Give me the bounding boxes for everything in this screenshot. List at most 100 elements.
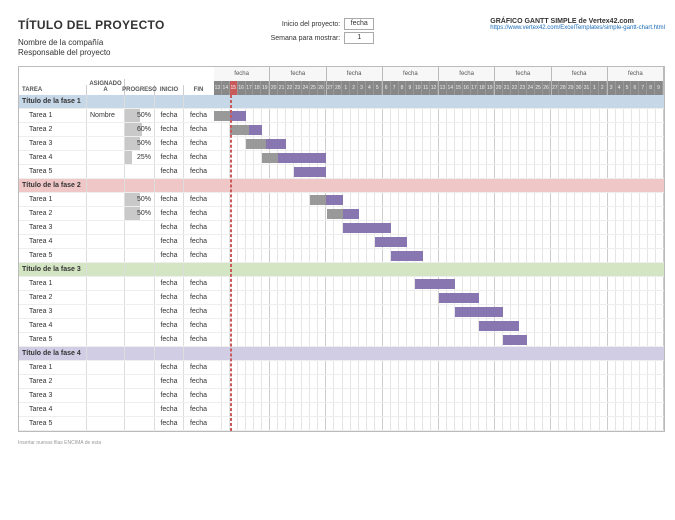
phase-row[interactable]: Título de la fase 3 — [19, 263, 214, 277]
task-progress[interactable]: 50% — [125, 137, 155, 150]
task-end[interactable]: fecha — [184, 319, 213, 332]
task-row[interactable]: Tarea 4fechafecha — [19, 319, 214, 333]
gantt-bar[interactable] — [246, 139, 286, 149]
task-row[interactable]: Tarea 250%fechafecha — [19, 207, 214, 221]
task-row[interactable]: Tarea 3fechafecha — [19, 389, 214, 403]
week-show-input[interactable]: 1 — [344, 32, 374, 44]
task-start[interactable]: fecha — [155, 109, 184, 122]
phase-row[interactable]: Título de la fase 4 — [19, 347, 214, 361]
task-end[interactable]: fecha — [184, 361, 213, 374]
task-progress[interactable] — [125, 361, 155, 374]
task-end[interactable]: fecha — [184, 305, 213, 318]
task-end[interactable]: fecha — [184, 235, 213, 248]
gantt-bar[interactable] — [479, 321, 519, 331]
credit-link[interactable]: https://www.vertex42.com/ExcelTemplates/… — [490, 25, 665, 31]
task-row[interactable]: Tarea 5fechafecha — [19, 165, 214, 179]
task-row[interactable]: Tarea 4fechafecha — [19, 403, 214, 417]
task-progress[interactable] — [125, 221, 155, 234]
task-end[interactable]: fecha — [184, 403, 213, 416]
task-start[interactable]: fecha — [155, 137, 184, 150]
task-start[interactable]: fecha — [155, 305, 184, 318]
task-row[interactable]: Tarea 4fechafecha — [19, 235, 214, 249]
task-assigned[interactable] — [87, 403, 125, 416]
task-start[interactable]: fecha — [155, 207, 184, 220]
task-progress[interactable]: 60% — [125, 123, 155, 136]
gantt-bar[interactable] — [230, 125, 262, 135]
task-row[interactable]: Tarea 150%fechafecha — [19, 193, 214, 207]
task-assigned[interactable] — [87, 123, 125, 136]
task-assigned[interactable]: Nombre — [87, 109, 125, 122]
task-progress[interactable]: 50% — [125, 207, 155, 220]
task-start[interactable]: fecha — [155, 193, 184, 206]
task-assigned[interactable] — [87, 319, 125, 332]
task-progress[interactable] — [125, 291, 155, 304]
task-end[interactable]: fecha — [184, 221, 213, 234]
task-assigned[interactable] — [87, 277, 125, 290]
task-end[interactable]: fecha — [184, 123, 213, 136]
gantt-bar[interactable] — [343, 223, 391, 233]
task-row[interactable]: Tarea 1fechafecha — [19, 277, 214, 291]
task-progress[interactable] — [125, 165, 155, 178]
gantt-bar[interactable] — [375, 237, 407, 247]
task-row[interactable]: Tarea 3fechafecha — [19, 305, 214, 319]
phase-row[interactable]: Título de la fase 2 — [19, 179, 214, 193]
task-start[interactable]: fecha — [155, 291, 184, 304]
task-assigned[interactable] — [87, 333, 125, 346]
task-start[interactable]: fecha — [155, 319, 184, 332]
task-progress[interactable] — [125, 319, 155, 332]
task-start[interactable]: fecha — [155, 389, 184, 402]
task-start[interactable]: fecha — [155, 151, 184, 164]
task-row[interactable]: Tarea 5fechafecha — [19, 333, 214, 347]
task-row[interactable]: Tarea 2fechafecha — [19, 375, 214, 389]
task-assigned[interactable] — [87, 221, 125, 234]
task-start[interactable]: fecha — [155, 417, 184, 430]
phase-row[interactable]: Título de la fase 1 — [19, 95, 214, 109]
task-progress[interactable] — [125, 375, 155, 388]
project-start-input[interactable]: fecha — [344, 18, 374, 30]
task-end[interactable]: fecha — [184, 207, 213, 220]
task-assigned[interactable] — [87, 235, 125, 248]
task-row[interactable]: Tarea 350%fechafecha — [19, 137, 214, 151]
task-end[interactable]: fecha — [184, 137, 213, 150]
task-start[interactable]: fecha — [155, 277, 184, 290]
task-start[interactable]: fecha — [155, 361, 184, 374]
task-end[interactable]: fecha — [184, 165, 213, 178]
gantt-bar[interactable] — [503, 335, 527, 345]
task-progress[interactable]: 25% — [125, 151, 155, 164]
task-end[interactable]: fecha — [184, 277, 213, 290]
task-start[interactable]: fecha — [155, 403, 184, 416]
task-end[interactable]: fecha — [184, 151, 213, 164]
task-assigned[interactable] — [87, 137, 125, 150]
task-row[interactable]: Tarea 5fechafecha — [19, 249, 214, 263]
task-assigned[interactable] — [87, 193, 125, 206]
company-name[interactable]: Nombre de la compañía — [18, 38, 165, 47]
task-row[interactable]: Tarea 2fechafecha — [19, 291, 214, 305]
task-progress[interactable] — [125, 305, 155, 318]
task-progress[interactable] — [125, 403, 155, 416]
task-assigned[interactable] — [87, 249, 125, 262]
task-start[interactable]: fecha — [155, 123, 184, 136]
task-progress[interactable] — [125, 333, 155, 346]
project-title[interactable]: TÍTULO DEL PROYECTO — [18, 18, 165, 32]
task-end[interactable]: fecha — [184, 249, 213, 262]
gantt-bar[interactable] — [327, 209, 359, 219]
task-progress[interactable]: 50% — [125, 193, 155, 206]
task-progress[interactable] — [125, 389, 155, 402]
task-progress[interactable] — [125, 249, 155, 262]
gantt-bar[interactable] — [310, 195, 342, 205]
task-assigned[interactable] — [87, 389, 125, 402]
gantt-bar[interactable] — [294, 167, 326, 177]
task-start[interactable]: fecha — [155, 235, 184, 248]
gantt-bar[interactable] — [455, 307, 503, 317]
task-start[interactable]: fecha — [155, 221, 184, 234]
task-end[interactable]: fecha — [184, 193, 213, 206]
task-assigned[interactable] — [87, 207, 125, 220]
task-assigned[interactable] — [87, 305, 125, 318]
task-start[interactable]: fecha — [155, 165, 184, 178]
task-end[interactable]: fecha — [184, 333, 213, 346]
task-assigned[interactable] — [87, 291, 125, 304]
task-assigned[interactable] — [87, 417, 125, 430]
task-end[interactable]: fecha — [184, 109, 213, 122]
task-progress[interactable] — [125, 277, 155, 290]
gantt-bar[interactable] — [391, 251, 423, 261]
